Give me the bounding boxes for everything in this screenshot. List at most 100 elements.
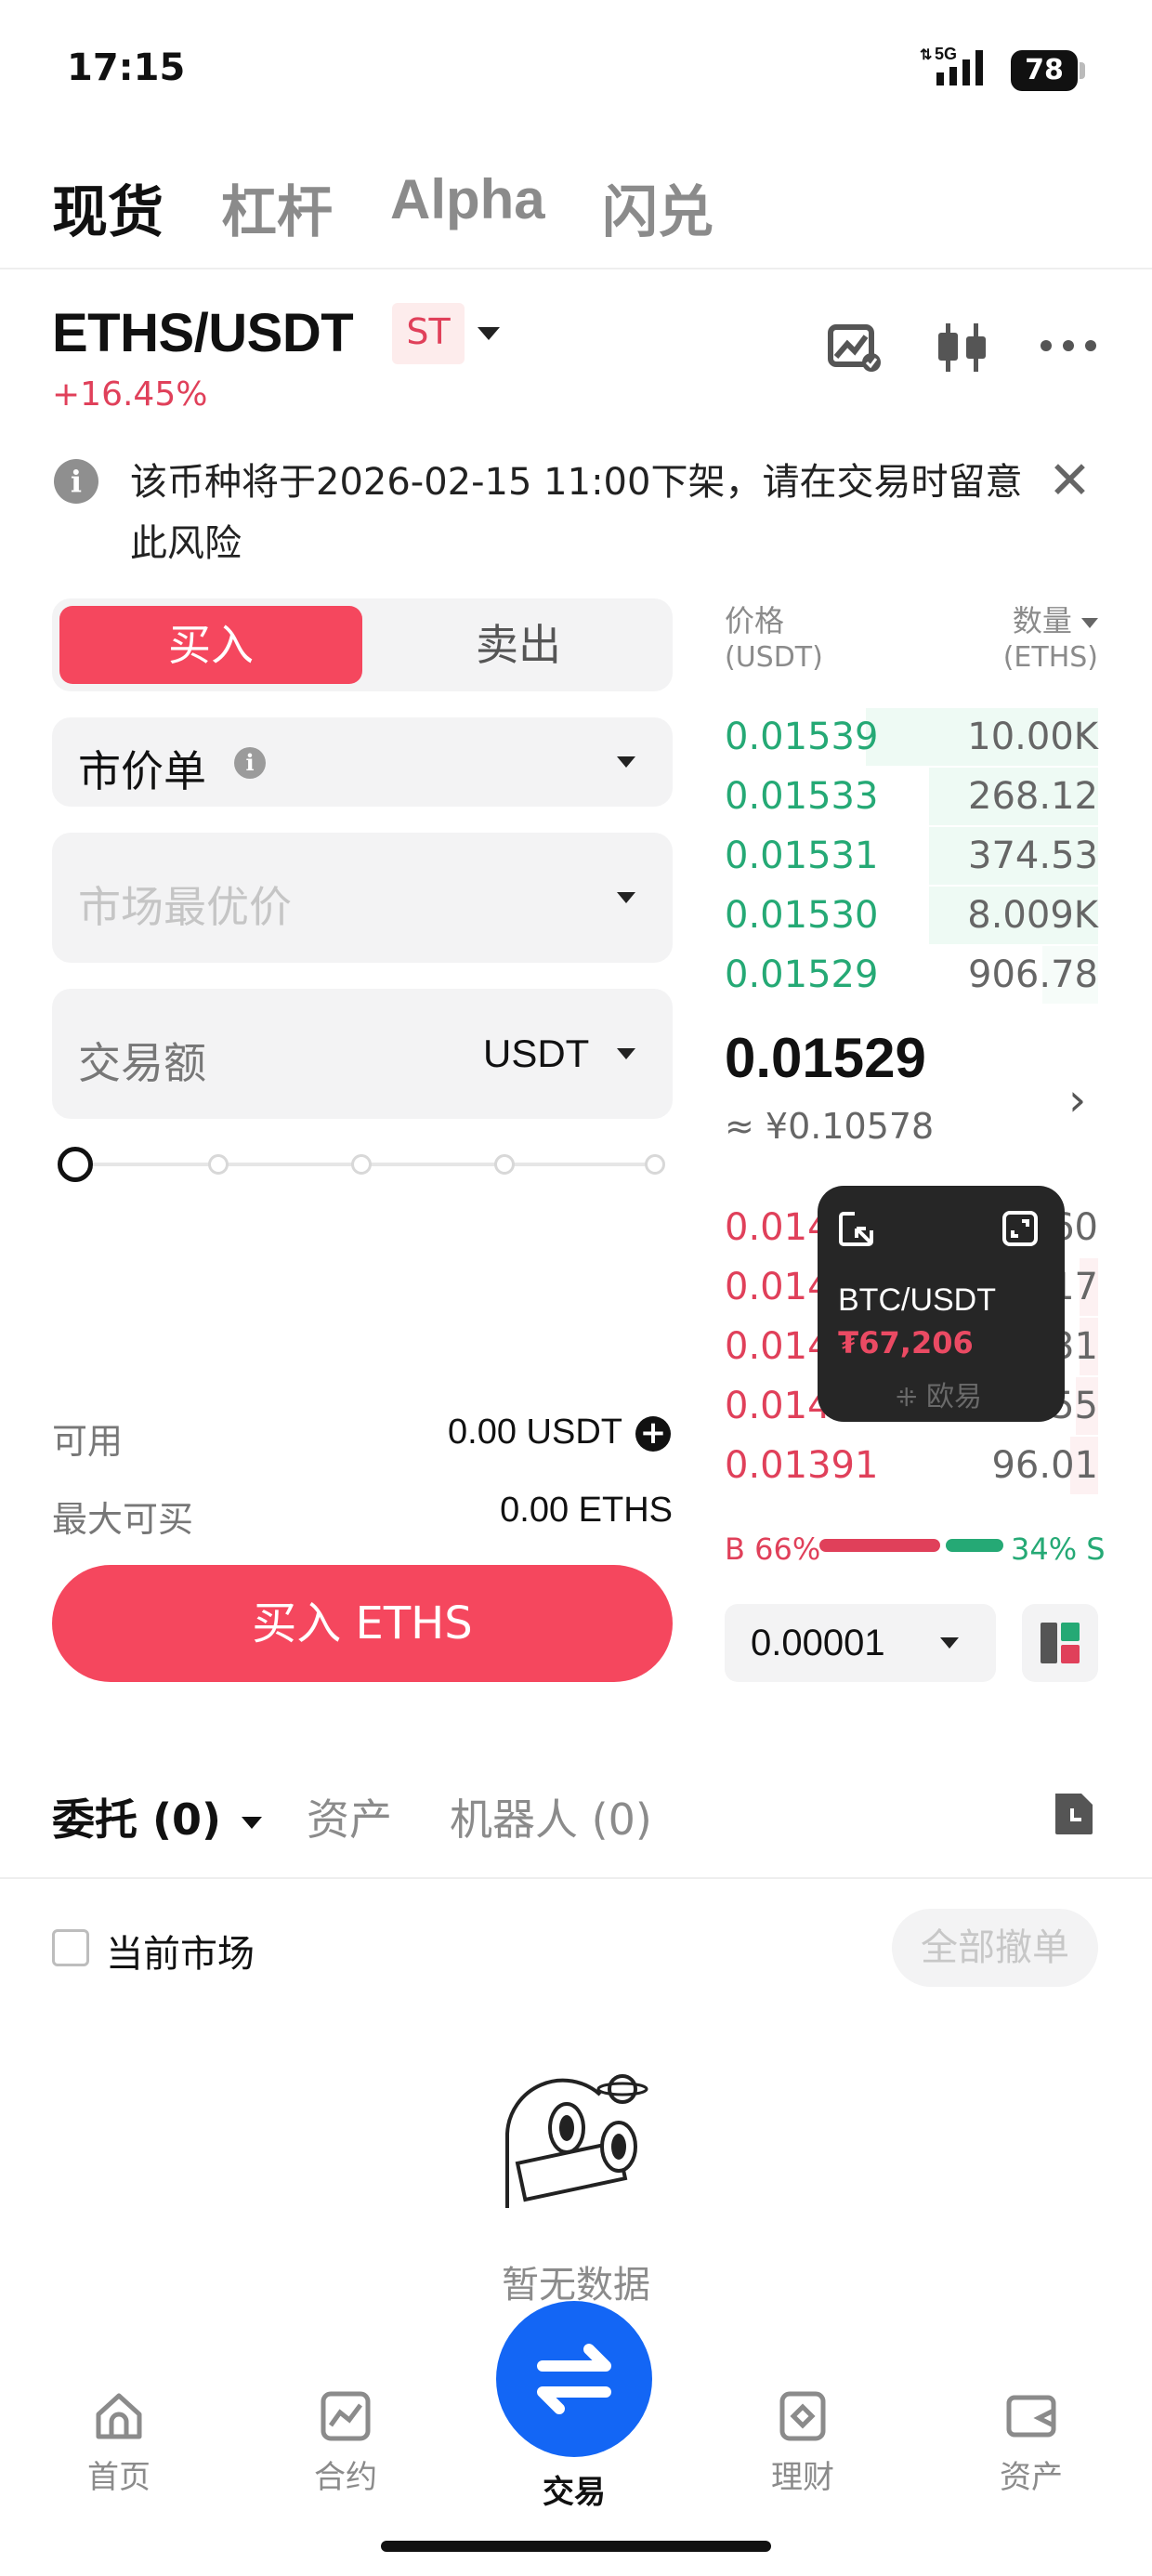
amount-input[interactable]: 交易额 USDT (52, 989, 673, 1119)
ob-qty-title: 数量 (1012, 603, 1072, 638)
close-icon[interactable]: ✕ (1048, 455, 1092, 507)
slider-stop-50[interactable] (351, 1154, 372, 1175)
order-type-select[interactable]: 市价单 i (52, 717, 673, 807)
svg-text:5G: 5G (935, 45, 957, 63)
okx-logo-icon: ⁜ (896, 1382, 918, 1413)
sell-tab[interactable]: 卖出 (372, 606, 665, 684)
ask-row[interactable]: 0.01529 906.78 (725, 946, 1098, 1004)
chevron-down-icon (242, 1817, 263, 1829)
pair-name[interactable]: ETHS/USDT (52, 302, 354, 364)
tab-assets[interactable]: 资产 (307, 1786, 392, 1847)
tab-convert[interactable]: 闪兑 (602, 167, 713, 248)
chevron-down-icon (940, 1637, 959, 1649)
svg-text:⇅: ⇅ (920, 47, 932, 63)
add-funds-icon[interactable]: + (635, 1416, 671, 1452)
sell-ratio: 34% S (1011, 1531, 1106, 1567)
slider-knob[interactable] (58, 1147, 93, 1182)
available-value: 0.00 USDT (448, 1413, 622, 1452)
slider-stop-100[interactable] (645, 1154, 665, 1175)
trade-fab-button[interactable] (496, 2301, 652, 2457)
ask-price: 0.01531 (725, 835, 879, 877)
nav-home[interactable]: 首页 (45, 2390, 193, 2497)
swap-icon (537, 2344, 611, 2414)
candlestick-icon[interactable] (935, 320, 990, 375)
tab-orders-label: 委托 (0) (52, 1794, 222, 1845)
status-time: 17:15 (67, 46, 186, 89)
chevron-right-icon[interactable]: › (1068, 1074, 1086, 1126)
wallet-icon (1006, 2395, 1056, 2438)
max-buy-label: 最大可买 (52, 1499, 194, 1540)
amount-unit[interactable]: USDT (483, 1032, 589, 1076)
sell-ratio-bar (946, 1539, 1003, 1552)
price-placeholder: 市场最优价 (78, 882, 292, 932)
widget-pair: BTC/USDT (838, 1282, 996, 1318)
ob-qty-unit: (ETHS) (1002, 641, 1098, 674)
header-divider (0, 268, 1152, 269)
nav-earn-label: 理财 (771, 2459, 834, 2496)
chevron-down-icon (1081, 617, 1098, 628)
order-type-info-icon[interactable]: i (234, 747, 266, 779)
buy-ratio: B 66% (725, 1531, 821, 1567)
signal-icon: ⇅ 5G (918, 45, 992, 87)
widget-price: ₮67,206 (838, 1325, 974, 1360)
order-history-icon[interactable] (1050, 1790, 1098, 1838)
bid-price: 0.014 (725, 1206, 831, 1249)
slider-stop-25[interactable] (208, 1154, 229, 1175)
ask-row[interactable]: 0.01533 268.12 (725, 768, 1098, 825)
bid-row[interactable]: 0.01391 96.01 (725, 1437, 1098, 1494)
ask-qty: 906.78 (968, 953, 1098, 996)
chevron-down-icon (617, 756, 635, 768)
widget-brand-text: 欧易 (926, 1381, 983, 1413)
current-market-checkbox[interactable] (52, 1929, 89, 1966)
bid-price: 0.014 (725, 1385, 831, 1427)
available-label: 可用 (52, 1421, 124, 1462)
ask-row[interactable]: 0.01539 10.00K (725, 708, 1098, 766)
more-icon[interactable] (1039, 335, 1098, 357)
ask-row[interactable]: 0.01531 374.53 (725, 827, 1098, 885)
nav-trade[interactable]: 交易 (500, 2466, 648, 2512)
tab-spot[interactable]: 现货 (52, 167, 164, 248)
book-layout-button[interactable] (1022, 1604, 1098, 1682)
buy-ratio-bar (819, 1539, 940, 1552)
nav-earn[interactable]: 理财 (728, 2390, 877, 2497)
bid-price: 0.014 (725, 1266, 831, 1308)
slider-stop-75[interactable] (494, 1154, 515, 1175)
nav-futures[interactable]: 合约 (271, 2390, 420, 2497)
pair-dropdown-icon[interactable] (478, 327, 500, 340)
info-icon: i (54, 459, 98, 504)
earn-icon (779, 2391, 826, 2441)
chart-icon[interactable] (827, 322, 884, 374)
layout-icon (1041, 1623, 1080, 1663)
expand-icon[interactable] (1001, 1210, 1039, 1247)
ask-price: 0.01530 (725, 894, 879, 937)
ask-row[interactable]: 0.01530 8.009K (725, 887, 1098, 944)
buy-submit-button[interactable]: 买入 ETHS (52, 1565, 673, 1682)
nav-futures-label: 合约 (314, 2459, 377, 2496)
home-indicator (381, 2541, 771, 2552)
tab-margin[interactable]: 杠杆 (221, 167, 333, 248)
tabs-divider (0, 1877, 1152, 1879)
price-change: +16.45% (52, 375, 208, 414)
ask-price: 0.01539 (725, 716, 879, 758)
st-badge: ST (392, 303, 465, 364)
price-select[interactable]: 市场最优价 (52, 833, 673, 963)
tab-orders[interactable]: 委托 (0) (52, 1786, 263, 1847)
tab-bots[interactable]: 机器人 (0) (450, 1786, 652, 1847)
bid-qty: 96.01 (991, 1444, 1098, 1487)
minimize-icon[interactable] (838, 1210, 875, 1247)
nav-assets[interactable]: 资产 (957, 2390, 1106, 2497)
tab-alpha[interactable]: Alpha (390, 167, 545, 231)
amount-label: 交易额 (78, 1038, 206, 1088)
floating-price-widget[interactable]: BTC/USDT ₮67,206 ⁜ 欧易 (818, 1186, 1065, 1422)
ob-qty-header[interactable]: 数量 (ETHS) (957, 602, 1098, 677)
empty-telescope-icon (502, 2069, 650, 2217)
chevron-down-icon[interactable] (617, 1048, 635, 1059)
current-market-label[interactable]: 当前市场 (106, 1924, 255, 1978)
ob-price-header: 价格 (USDT) (725, 602, 823, 677)
widget-brand: ⁜ 欧易 (896, 1373, 982, 1414)
precision-select[interactable]: 0.00001 (725, 1604, 996, 1682)
cancel-all-button[interactable]: 全部撤单 (892, 1909, 1098, 1987)
bid-price: 0.014 (725, 1325, 831, 1368)
futures-icon (321, 2391, 371, 2441)
buy-tab[interactable]: 买入 (59, 606, 362, 684)
